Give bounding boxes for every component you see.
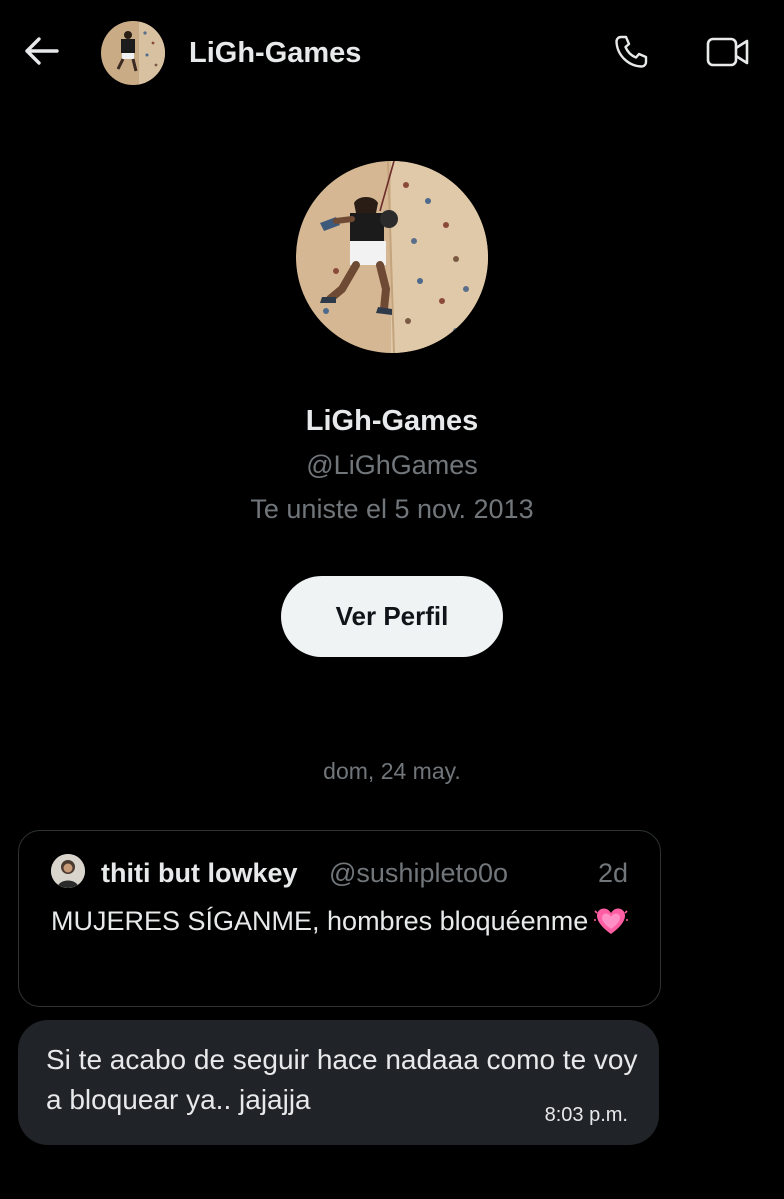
- avatar[interactable]: [101, 21, 165, 85]
- view-profile-button[interactable]: Ver Perfil: [281, 576, 503, 657]
- profile-joined-date: Te uniste el 5 nov. 2013: [250, 494, 534, 524]
- conversation-header: LiGh-Games: [0, 0, 784, 108]
- quoted-post-card[interactable]: thiti but lowkey @sushipleto0o 2d MUJERE…: [18, 830, 661, 1007]
- heart-emoji-icon: [594, 906, 629, 947]
- quoted-author-name: thiti but lowkey: [101, 858, 298, 888]
- call-button[interactable]: [608, 32, 654, 76]
- date-separator: dom, 24 may.: [323, 758, 461, 784]
- video-call-button[interactable]: [702, 32, 754, 76]
- profile-avatar[interactable]: [296, 161, 488, 353]
- quoted-author-handle: @sushipleto0o: [329, 858, 509, 888]
- quoted-post-text: MUJERES SÍGANME, hombres bloquéenme: [51, 901, 641, 947]
- video-camera-icon: [706, 35, 750, 74]
- profile-name: LiGh-Games: [305, 405, 479, 437]
- arrow-left-icon: [23, 36, 59, 71]
- profile-handle: @LiGhGames: [306, 450, 478, 480]
- phone-icon: [612, 33, 650, 76]
- message-time: 8:03 p.m.: [544, 1104, 628, 1126]
- quoted-post-body: MUJERES SÍGANME, hombres bloquéenme: [51, 906, 589, 936]
- message-bubble[interactable]: Si te acabo de seguir hace nadaaa como t…: [18, 1020, 659, 1145]
- quoted-post-time: 2d: [597, 858, 628, 888]
- quoted-author-avatar: [51, 854, 85, 888]
- conversation-title: LiGh-Games: [189, 37, 362, 69]
- back-button[interactable]: [18, 30, 64, 76]
